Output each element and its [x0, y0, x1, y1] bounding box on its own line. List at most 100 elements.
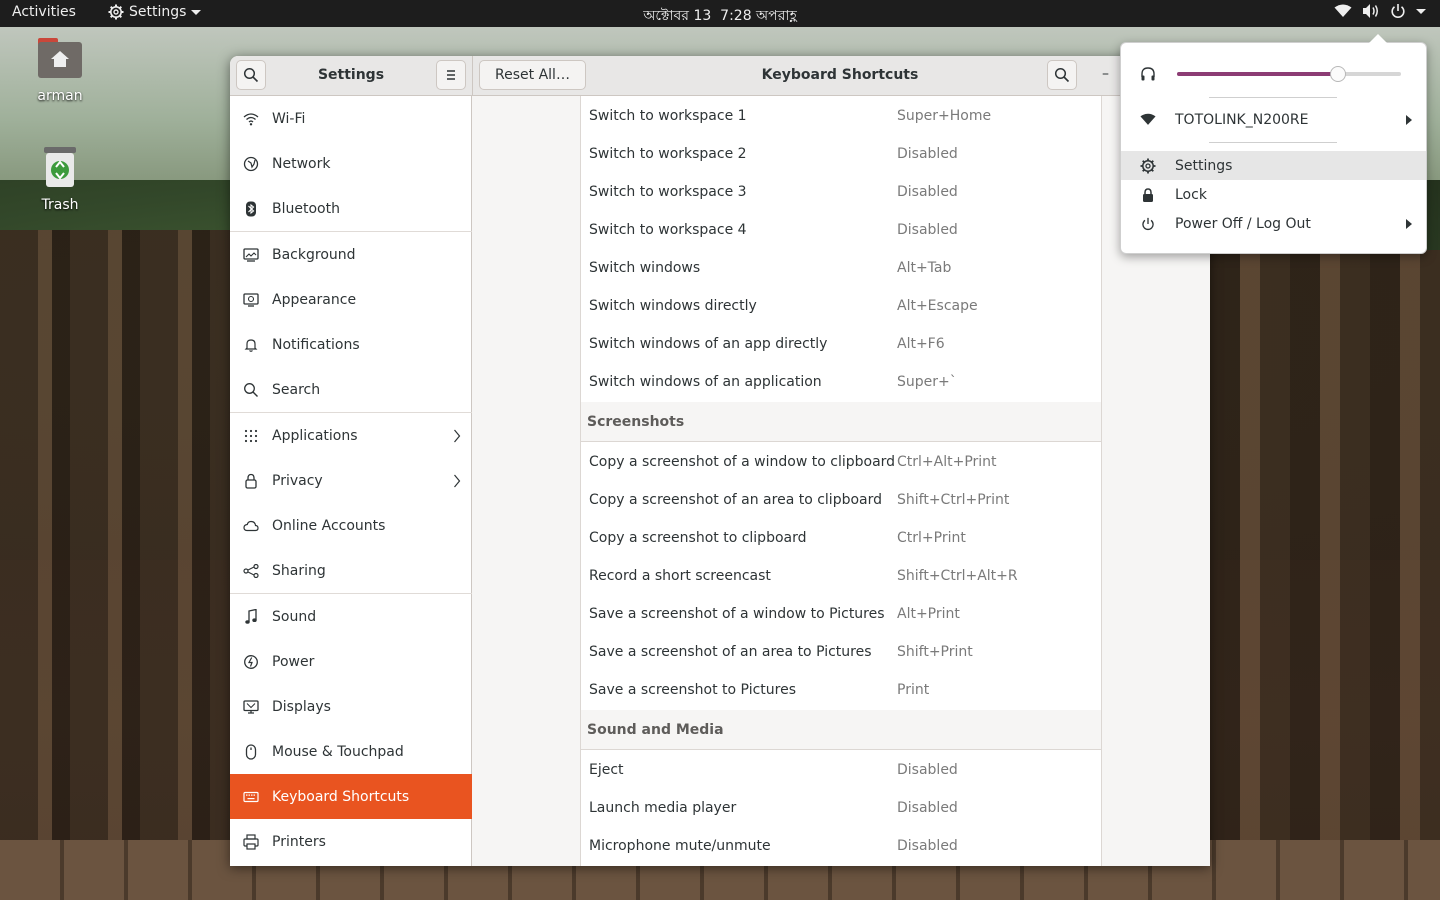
lock-menu-item[interactable]: Lock — [1121, 180, 1426, 209]
system-status-button[interactable] — [1334, 3, 1426, 19]
sidebar-item-privacy[interactable]: Privacy — [230, 458, 472, 503]
shortcut-row[interactable]: Switch to workspace 4 Disabled — [581, 211, 1101, 249]
section-title: Sound and Media — [587, 722, 724, 738]
search-icon — [1054, 67, 1070, 83]
volume-slider-fill — [1177, 72, 1339, 76]
shortcut-row[interactable]: Save a screenshot to Pictures Print — [581, 671, 1101, 709]
wifi-menu-item[interactable]: TOTOLINK_N200RE — [1121, 105, 1426, 134]
system-menu: TOTOLINK_N200RE Settings Lock Power Off … — [1120, 34, 1427, 254]
top-bar: Activities Settings অক্টোবর 13 7:28 অপরা… — [0, 0, 1440, 27]
sidebar-item-mouse-touchpad[interactable]: Mouse & Touchpad — [230, 729, 472, 774]
search-icon — [244, 382, 258, 397]
shortcut-row[interactable]: Copy a screenshot of an area to clipboar… — [581, 481, 1101, 519]
sidebar-item-displays[interactable]: Displays — [230, 684, 472, 729]
shortcut-accel: Disabled — [897, 222, 958, 238]
shortcut-row[interactable]: Eject Disabled — [581, 751, 1101, 789]
sidebar-item-network[interactable]: Network — [230, 141, 472, 186]
network-icon — [243, 156, 259, 171]
shortcut-row[interactable]: Microphone mute/unmute Disabled — [581, 827, 1101, 865]
sidebar-item-bluetooth[interactable]: Bluetooth — [230, 186, 472, 231]
desktop-icon-trash[interactable]: Trash — [25, 145, 95, 213]
sidebar-item-search[interactable]: Search — [230, 367, 472, 412]
shortcut-name: Save a screenshot of a window to Picture… — [589, 606, 885, 622]
shortcut-row[interactable]: Switch windows of an app directly Alt+F6 — [581, 325, 1101, 363]
app-menu-button[interactable]: Settings — [108, 4, 202, 20]
shortcut-row[interactable]: Switch to workspace 3 Disabled — [581, 173, 1101, 211]
power-icon — [1142, 217, 1154, 230]
shortcut-accel: Super+Home — [897, 108, 992, 124]
section-title: Screenshots — [587, 414, 685, 430]
power-off-menu-item[interactable]: Power Off / Log Out — [1121, 209, 1426, 238]
sidebar-item-notifications[interactable]: Notifications — [230, 322, 472, 367]
sidebar-item-label: Appearance — [272, 291, 357, 308]
power-icon — [244, 654, 258, 669]
sidebar-search-button[interactable] — [236, 60, 266, 90]
sidebar-item-online-accounts[interactable]: Online Accounts — [230, 503, 472, 548]
shortcut-accel: Disabled — [897, 146, 958, 162]
shortcut-accel: Alt+Print — [897, 606, 960, 622]
volume-icon — [1363, 4, 1378, 18]
chevron-down-icon — [191, 9, 202, 15]
keyboard-icon — [243, 791, 259, 802]
sidebar-item-label: Mouse & Touchpad — [272, 743, 404, 760]
desktop-icon-home[interactable]: arman — [25, 36, 95, 104]
shortcut-row[interactable]: Save a screenshot of a window to Picture… — [581, 595, 1101, 633]
minimize-button[interactable]: – — [1102, 66, 1109, 82]
shortcut-name: Switch windows directly — [589, 298, 757, 314]
wifi-icon — [1334, 4, 1352, 17]
settings-menu-item[interactable]: Settings — [1121, 151, 1426, 180]
shortcut-row[interactable]: Launch media player Disabled — [581, 789, 1101, 827]
section-header-sound-and-media: Sound and Media — [581, 710, 1101, 750]
sidebar-item-printers[interactable]: Printers — [230, 819, 472, 864]
clock[interactable]: অক্টোবর 13 7:28 অপরাহ্ণ — [643, 8, 797, 24]
shortcut-name: Launch media player — [589, 800, 737, 816]
shortcut-accel: Alt+Escape — [897, 298, 978, 314]
shortcut-name: Switch to workspace 1 — [589, 108, 747, 124]
shortcut-name: Eject — [589, 762, 624, 778]
sidebar-item-label: Background — [272, 246, 356, 263]
shortcut-search-button[interactable] — [1047, 60, 1077, 90]
shortcut-row[interactable]: Save a screenshot of an area to Pictures… — [581, 633, 1101, 671]
sidebar-item-keyboard-shortcuts[interactable]: Keyboard Shortcuts — [230, 774, 472, 819]
sidebar-item-label: Wi-Fi — [272, 110, 306, 127]
background-icon — [243, 247, 259, 262]
grid-icon — [244, 429, 258, 442]
sidebar-item-wifi[interactable]: Wi-Fi — [230, 96, 472, 141]
shortcut-row[interactable]: Switch windows of an application Super+` — [581, 363, 1101, 401]
primary-menu-button[interactable] — [436, 60, 466, 90]
shortcut-name: Save a screenshot of an area to Pictures — [589, 644, 872, 660]
shortcut-name: Microphone mute/unmute — [589, 838, 771, 854]
headphones-icon — [1141, 66, 1155, 80]
sidebar-item-sound[interactable]: Sound — [230, 594, 472, 639]
reset-all-button[interactable]: Reset All… — [479, 60, 586, 90]
sidebar-item-appearance[interactable]: Appearance — [230, 277, 472, 322]
sidebar-item-label: Printers — [272, 833, 326, 850]
sidebar-item-sharing[interactable]: Sharing — [230, 548, 472, 593]
shortcut-row[interactable]: Record a short screencast Shift+Ctrl+Alt+… — [581, 557, 1101, 595]
sidebar: Wi-Fi Network Bluetooth Background Appea… — [230, 96, 472, 866]
clock-time: 7:28 অপরাহ্ণ — [720, 8, 797, 24]
clock-date: অক্টোবর 13 — [643, 8, 712, 24]
display-icon — [243, 699, 259, 714]
chevron-right-icon — [454, 474, 461, 487]
sidebar-item-background[interactable]: Background — [230, 232, 472, 277]
shortcut-row[interactable]: Switch to workspace 1 Super+Home — [581, 97, 1101, 135]
search-icon — [243, 67, 259, 83]
shortcut-name: Save a screenshot to Pictures — [589, 682, 796, 698]
sidebar-item-power[interactable]: Power — [230, 639, 472, 684]
shortcut-row[interactable]: Switch windows directly Alt+Escape — [581, 287, 1101, 325]
header-bar: Settings Reset All… Keyboard Shortcuts – — [230, 56, 1210, 96]
shortcut-accel: Shift+Ctrl+Alt+R — [897, 568, 1018, 584]
shortcut-list: Switch to workspace 1 Super+Home Switch t… — [580, 96, 1102, 866]
shortcut-row[interactable]: Switch to workspace 2 Disabled — [581, 135, 1101, 173]
shortcut-row[interactable]: Copy a screenshot to clipboard Ctrl+Print — [581, 519, 1101, 557]
home-folder-icon — [38, 38, 82, 78]
volume-slider[interactable] — [1177, 66, 1401, 82]
shortcut-accel: Print — [897, 682, 930, 698]
sidebar-item-applications[interactable]: Applications — [230, 413, 472, 458]
shortcut-accel: Alt+F6 — [897, 336, 945, 352]
activities-button[interactable]: Activities — [12, 4, 76, 20]
sidebar-item-label: Bluetooth — [272, 200, 340, 217]
shortcut-row[interactable]: Copy a screenshot of a window to clipboa… — [581, 443, 1101, 481]
shortcut-row[interactable]: Switch windows Alt+Tab — [581, 249, 1101, 287]
